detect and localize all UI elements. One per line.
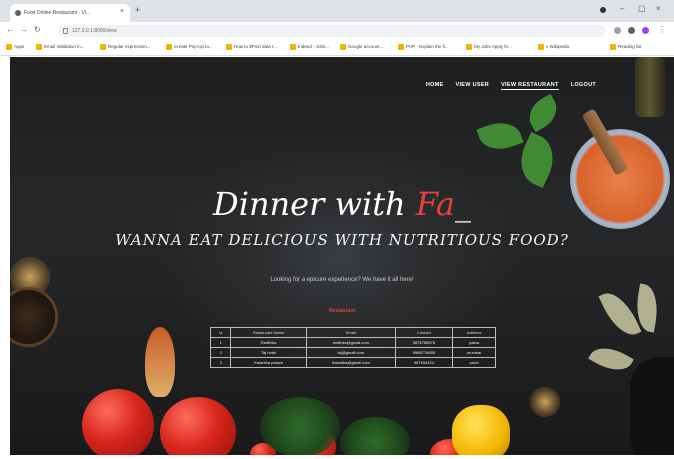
forward-icon[interactable]: → [20, 25, 28, 34]
maximize-icon[interactable]: ▢ [638, 4, 646, 13]
column-header: Address [452, 327, 496, 338]
bookmark-item[interactable]: Google account... [340, 44, 383, 50]
bay-leaf-decor [588, 339, 634, 379]
minimize-icon[interactable]: – [620, 4, 624, 13]
reading-list[interactable]: Reading list [610, 44, 642, 50]
basil-leaf-decor [476, 116, 524, 156]
nav-view-user[interactable]: VIEW USER [456, 82, 490, 90]
oil-bottle-decor [635, 57, 665, 117]
nav-home[interactable]: HOME [426, 82, 444, 90]
hero-title-accent: Fa [415, 185, 455, 223]
hero-tagline: WANNA EAT DELICIOUS WITH NUTRITIOUS FOOD… [115, 231, 569, 249]
table-row: 1 Redfinks redfinks@gmail.com 9876789876… [209, 337, 496, 348]
table-cell: redfinks@gmail.com [305, 337, 396, 348]
browser-toolbar: ← → ↻ 127.0.0.1:8000/view ⋮ [0, 22, 674, 40]
table-cell: 3 [209, 357, 232, 368]
tomato-decor [82, 389, 154, 455]
hero-title: Dinner with Fa_ [213, 185, 471, 223]
tab-title: Food Online Restaurant - Vi... [24, 10, 91, 16]
pan-decor [630, 357, 674, 455]
spice-bowl-decor [10, 287, 58, 347]
back-icon[interactable]: ← [6, 25, 14, 34]
address-bar[interactable]: 127.0.0.1:8000/view [58, 25, 606, 37]
table-cell: 1 [209, 337, 232, 348]
nav-logout[interactable]: LOGOUT [571, 82, 596, 90]
puzzle-icon[interactable] [628, 27, 635, 34]
bookmark-item[interactable]: Indeed - Jobs... [290, 44, 329, 50]
table-cell: taj@gmail.com [305, 347, 396, 358]
tomato-decor [160, 397, 236, 455]
table-cell: Kalantha@gmail.com [305, 357, 396, 368]
table-title: Restaurant [328, 308, 356, 314]
new-tab-icon[interactable]: + [135, 5, 140, 15]
bay-leaf-decor [598, 286, 642, 342]
extension-icon[interactable] [614, 27, 621, 34]
bookmark-item[interactable]: PHP - Explain the fi... [398, 44, 449, 50]
bookmark-item[interactable]: My Jobs Apply fo... [466, 44, 512, 50]
table-header-row: Id Restaurant Name Email Contact Address [209, 327, 496, 338]
bookmark-item[interactable]: Regular expression... [100, 44, 151, 50]
basil-leaf-decor [522, 93, 564, 133]
profile-icon[interactable] [600, 7, 606, 13]
bookmark-item[interactable]: Email Validation in... [36, 44, 84, 50]
table-row: 3 Kalantha palace Kalantha@gmail.com 987… [209, 357, 496, 368]
table-cell: pune [452, 357, 496, 368]
bookmarks-bar: Apps Email Validation in... Regular expr… [0, 40, 674, 56]
table-cell: patna [452, 337, 496, 348]
spice-decor [530, 387, 560, 417]
table-cell: Kalantha palace [230, 357, 307, 368]
column-header: Contact [394, 327, 454, 338]
table-cell: Redfinks [230, 337, 307, 348]
avatar[interactable] [642, 27, 649, 34]
onion-decor [145, 327, 175, 397]
column-header: Email [305, 327, 396, 338]
menu-icon[interactable]: ⋮ [658, 25, 666, 34]
nav-view-restaurant[interactable]: VIEW RESTAURANT [501, 82, 559, 90]
close-tab-icon[interactable]: × [120, 8, 124, 15]
bookmark-item[interactable]: c Wikipedia [538, 44, 569, 50]
column-header: Id [209, 327, 232, 338]
hero-subtext: Looking for a epicure experience? We hav… [270, 277, 414, 283]
bookmark-item[interactable]: Apps [6, 44, 24, 50]
favicon-icon [15, 10, 21, 16]
hero-section: HOME VIEW USER VIEW RESTAURANT LOGOUT Di… [10, 57, 674, 455]
column-header: Restaurant Name [230, 327, 307, 338]
herbs-decor [260, 397, 340, 455]
herbs-decor [340, 417, 410, 455]
reload-icon[interactable]: ↻ [34, 25, 41, 34]
bookmark-item[interactable]: How to $Post data t... [226, 44, 277, 50]
restaurant-table: Id Restaurant Name Email Contact Address… [209, 327, 496, 368]
window-close-icon[interactable]: × [656, 4, 661, 13]
table-row: 2 Taj hotel taj@gmail.com 9988776655 mum… [209, 347, 496, 358]
main-nav: HOME VIEW USER VIEW RESTAURANT LOGOUT [426, 82, 596, 90]
typing-cursor: _ [454, 185, 471, 223]
table-cell: 9876789876 [394, 337, 454, 348]
table-cell: mumbai [452, 347, 496, 358]
browser-tab-bar: Food Online Restaurant - Vi... × + – ▢ × [0, 0, 674, 22]
lock-icon [63, 28, 68, 34]
address-text: 127.0.0.1:8000/view [72, 28, 117, 34]
table-cell: 9988776655 [394, 347, 454, 358]
yellow-pepper-decor [452, 405, 510, 455]
table-cell: Taj hotel [230, 347, 307, 358]
table-cell: 987654324 [394, 357, 454, 368]
bookmark-item[interactable]: Create Pop-Up to... [166, 44, 213, 50]
browser-tab[interactable]: Food Online Restaurant - Vi... × [10, 4, 130, 22]
table-cell: 2 [209, 347, 232, 358]
